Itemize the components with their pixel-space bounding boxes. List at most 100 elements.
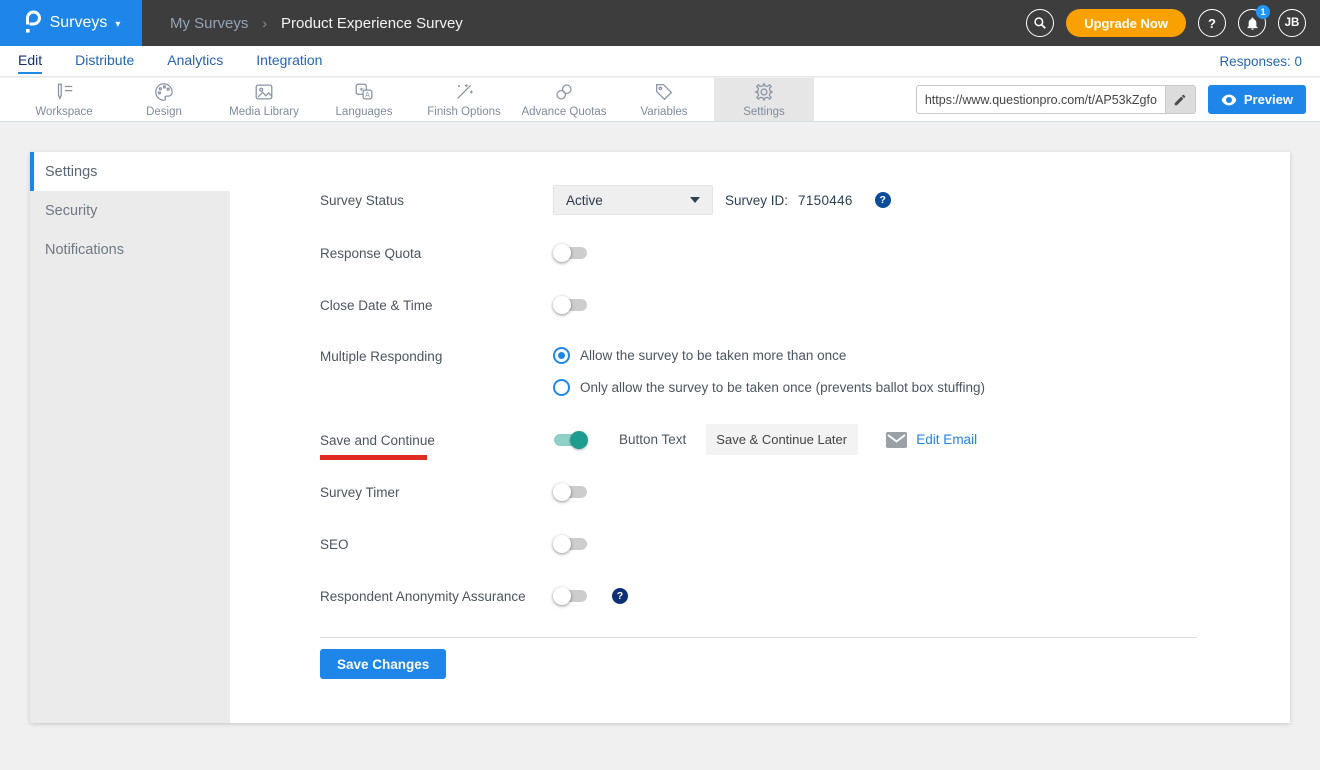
- pencil-icon: [1173, 93, 1187, 107]
- sidebar-item-notifications[interactable]: Notifications: [30, 230, 230, 269]
- save-and-continue-row: Button Text Edit Email: [553, 424, 977, 455]
- seo-row: [553, 535, 588, 553]
- media-library-icon: [252, 81, 276, 103]
- save-changes-button[interactable]: Save Changes: [320, 649, 446, 679]
- toolbar-item-label: Workspace: [35, 106, 92, 118]
- multiple-responding-option-1: Allow the survey to be taken more than o…: [553, 347, 846, 364]
- design-icon: [152, 81, 176, 103]
- help-button[interactable]: ?: [1198, 9, 1226, 37]
- app-logo-menu[interactable]: Surveys ▾: [0, 0, 142, 46]
- survey-status-dropdown[interactable]: Active: [553, 185, 713, 215]
- avatar-initials: JB: [1285, 17, 1300, 29]
- svg-text:✶: ✶: [359, 85, 365, 94]
- variables-icon: [652, 81, 676, 103]
- edit-url-button[interactable]: [1165, 85, 1195, 114]
- respondent-anonymity-row: ?: [553, 587, 628, 605]
- survey-timer-row: [553, 483, 588, 501]
- toolbar-item-label: Advance Quotas: [521, 106, 606, 118]
- search-icon: [1033, 16, 1047, 30]
- preview-label: Preview: [1244, 92, 1293, 107]
- toolbar-item-label: Languages: [336, 106, 393, 118]
- tab-edit[interactable]: Edit: [18, 48, 42, 74]
- languages-icon: ✶ A: [352, 81, 376, 103]
- seo-toggle[interactable]: [553, 535, 588, 553]
- sidebar-item-security[interactable]: Security: [30, 191, 230, 230]
- search-button[interactable]: [1026, 9, 1054, 37]
- survey-url-box: [916, 85, 1196, 114]
- toolbar-item-label: Variables: [640, 106, 687, 118]
- sidebar-item-label: Settings: [45, 164, 97, 180]
- toolbar-item-languages[interactable]: ✶ A Languages: [314, 78, 414, 121]
- toolbar-item-label: Settings: [743, 106, 785, 118]
- questionpro-logo-icon: [22, 10, 42, 36]
- toolbar-item-settings[interactable]: Settings: [714, 78, 814, 121]
- close-date-label: Close Date & Time: [320, 298, 433, 313]
- radio-allow-once[interactable]: [553, 379, 570, 396]
- seo-label: SEO: [320, 537, 349, 552]
- respondent-anonymity-label: Respondent Anonymity Assurance: [320, 589, 526, 604]
- multiple-responding-label: Multiple Responding: [320, 349, 442, 364]
- tab-analytics[interactable]: Analytics: [167, 48, 223, 74]
- respondent-anonymity-toggle[interactable]: [553, 587, 588, 605]
- survey-url-input[interactable]: [917, 93, 1165, 107]
- toolbar-item-label: Finish Options: [427, 106, 501, 118]
- response-quota-row: [553, 244, 588, 262]
- help-glyph: ?: [1208, 16, 1216, 31]
- notifications-button[interactable]: 1: [1238, 9, 1266, 37]
- settings-gear-icon: [752, 81, 776, 103]
- top-header: Surveys ▾ My Surveys › Product Experienc…: [0, 0, 1320, 46]
- button-text-label: Button Text: [619, 432, 686, 447]
- toolbar-right: Preview: [916, 78, 1320, 121]
- workspace-icon: [52, 81, 76, 103]
- tab-distribute[interactable]: Distribute: [75, 48, 134, 74]
- breadcrumb: My Surveys › Product Experience Survey: [170, 15, 463, 32]
- settings-sidebar: Settings Security Notifications: [30, 152, 230, 723]
- survey-id-value: 7150446: [798, 193, 853, 208]
- survey-timer-toggle[interactable]: [553, 483, 588, 501]
- respondent-anonymity-help-icon[interactable]: ?: [612, 588, 628, 604]
- bell-icon: [1245, 16, 1260, 31]
- responses-count: Responses: 0: [1219, 54, 1302, 69]
- dropdown-caret-icon: [690, 197, 700, 203]
- button-text-input[interactable]: [706, 424, 858, 455]
- response-quota-toggle[interactable]: [553, 244, 588, 262]
- chevron-down-icon: ▾: [115, 19, 120, 30]
- finish-options-icon: [452, 81, 476, 103]
- radio-label: Only allow the survey to be taken once (…: [580, 380, 985, 395]
- red-annotation-underline: [320, 455, 427, 460]
- tab-integration[interactable]: Integration: [256, 48, 322, 74]
- breadcrumb-parent[interactable]: My Surveys: [170, 15, 248, 32]
- toolbar-item-variables[interactable]: Variables: [614, 78, 714, 121]
- multiple-responding-option-2: Only allow the survey to be taken once (…: [553, 379, 985, 396]
- radio-allow-multiple[interactable]: [553, 347, 570, 364]
- survey-status-label: Survey Status: [320, 193, 404, 208]
- avatar[interactable]: JB: [1278, 9, 1306, 37]
- close-date-toggle[interactable]: [553, 296, 588, 314]
- sidebar-item-settings[interactable]: Settings: [30, 152, 230, 191]
- radio-label: Allow the survey to be taken more than o…: [580, 348, 846, 363]
- notification-badge: 1: [1256, 5, 1270, 19]
- toolbar-item-design[interactable]: Design: [114, 78, 214, 121]
- close-date-row: [553, 296, 588, 314]
- section-tabs: Edit Distribute Analytics Integration Re…: [0, 46, 1320, 77]
- toolbar-item-finish-options[interactable]: Finish Options: [414, 78, 514, 121]
- toolbar-item-workspace[interactable]: Workspace: [14, 78, 114, 121]
- app-menu-label: Surveys: [50, 14, 108, 32]
- toolbar-item-media-library[interactable]: Media Library: [214, 78, 314, 121]
- save-and-continue-toggle[interactable]: [553, 431, 588, 449]
- section-divider: [320, 637, 1197, 638]
- svg-text:A: A: [365, 92, 370, 99]
- edit-email-link[interactable]: Edit Email: [916, 432, 977, 447]
- sidebar-item-label: Security: [45, 203, 97, 219]
- edit-toolbar: Workspace Design Media Library ✶ A Langu…: [0, 78, 1320, 122]
- eye-icon: [1221, 94, 1237, 106]
- toolbar-item-advance-quotas[interactable]: Advance Quotas: [514, 78, 614, 121]
- survey-status-help-icon[interactable]: ?: [875, 192, 891, 208]
- response-quota-label: Response Quota: [320, 246, 421, 261]
- header-actions: Upgrade Now ? 1 JB: [1026, 9, 1320, 37]
- preview-button[interactable]: Preview: [1208, 85, 1306, 114]
- sidebar-item-label: Notifications: [45, 242, 124, 258]
- upgrade-now-button[interactable]: Upgrade Now: [1066, 9, 1186, 37]
- survey-id-label: Survey ID:: [725, 193, 788, 208]
- save-and-continue-label: Save and Continue: [320, 433, 435, 448]
